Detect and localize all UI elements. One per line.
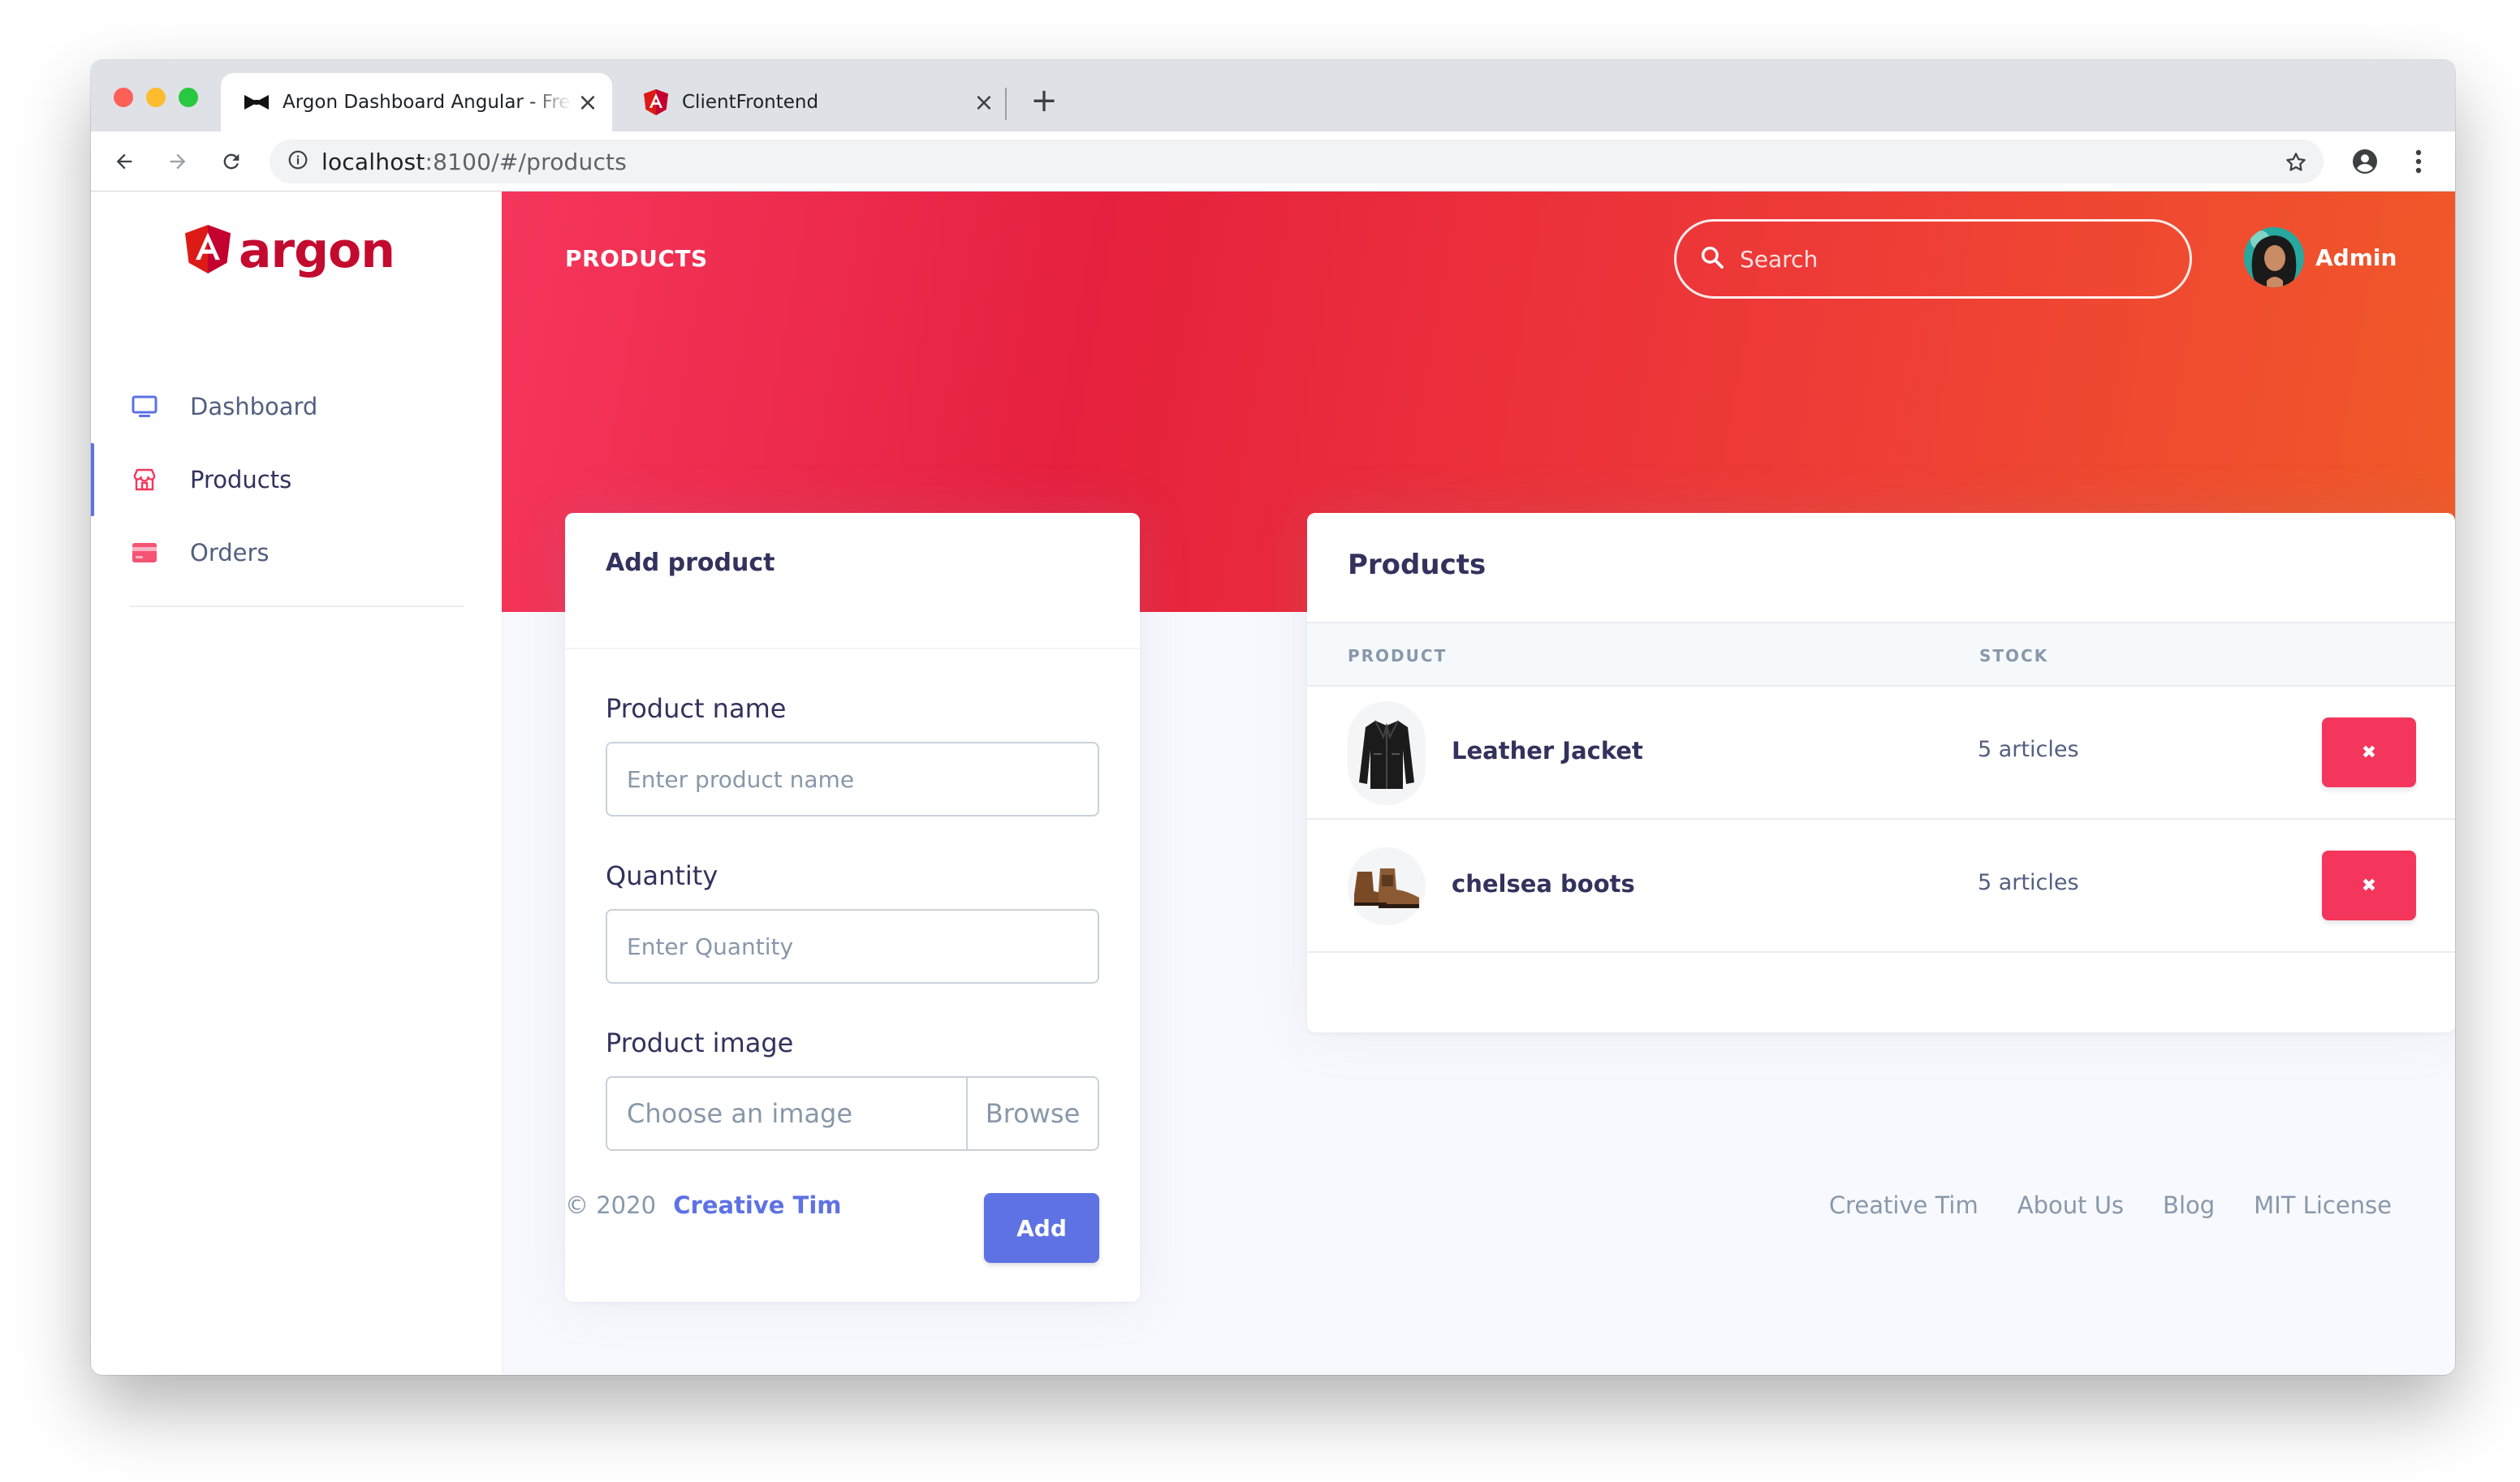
sidebar: argon Dashboard Products Orders bbox=[91, 192, 502, 1375]
sidebar-item-label: Dashboard bbox=[190, 393, 318, 420]
products-title: Products bbox=[1348, 549, 1487, 581]
footer-link-mit-license[interactable]: MIT License bbox=[2254, 1191, 2392, 1219]
sidebar-nav: Dashboard Products Orders bbox=[91, 370, 502, 589]
quantity-label: Quantity bbox=[606, 860, 718, 891]
product-image-group: Product image Choose an image Browse bbox=[606, 1027, 1099, 1151]
reload-icon[interactable] bbox=[213, 143, 250, 180]
close-tab-icon[interactable]: × bbox=[572, 86, 604, 118]
sidebar-divider bbox=[130, 605, 464, 607]
tab-strip: Argon Dashboard Angular - Free × ClientF… bbox=[91, 60, 2455, 131]
footer-link-blog[interactable]: Blog bbox=[2163, 1191, 2215, 1219]
browser-window: Argon Dashboard Angular - Free × ClientF… bbox=[91, 60, 2455, 1375]
address-bar[interactable]: localhost:8100/#/products bbox=[270, 140, 2324, 183]
column-header-stock: STOCK bbox=[1979, 646, 2049, 666]
product-image-file-input[interactable]: Choose an image Browse bbox=[606, 1076, 1099, 1151]
delete-product-button[interactable]: ✖ bbox=[2322, 851, 2416, 920]
product-image-label: Product image bbox=[606, 1027, 794, 1058]
new-tab-button[interactable]: + bbox=[1023, 80, 1065, 122]
column-header-product: PRODUCT bbox=[1348, 646, 1448, 666]
add-product-title: Add product bbox=[565, 513, 1140, 649]
close-tab-icon[interactable]: × bbox=[968, 86, 1000, 118]
bookmark-star-icon[interactable] bbox=[2280, 146, 2312, 179]
product-stock: 5 articles bbox=[1978, 870, 2079, 895]
chelsea-boots-image bbox=[1348, 847, 1426, 925]
product-name: Leather Jacket bbox=[1452, 737, 1643, 765]
close-window-button[interactable] bbox=[114, 88, 133, 107]
forward-arrow-icon[interactable] bbox=[159, 143, 196, 180]
brand-name: argon bbox=[239, 222, 395, 279]
footer-links: Creative Tim About Us Blog MIT License bbox=[1829, 1191, 2392, 1219]
add-product-card: Add product Product name Enter product n… bbox=[565, 513, 1140, 1302]
tab-title: ClientFrontend bbox=[682, 92, 819, 113]
shop-icon bbox=[130, 465, 159, 494]
leather-jacket-image bbox=[1348, 701, 1426, 805]
product-name: chelsea boots bbox=[1452, 870, 1635, 898]
search-icon bbox=[1699, 244, 1725, 274]
tab-separator bbox=[1005, 88, 1007, 120]
browser-toolbar: localhost:8100/#/products bbox=[91, 131, 2455, 192]
product-name-group: Product name Enter product name bbox=[606, 693, 1099, 816]
sidebar-item-dashboard[interactable]: Dashboard bbox=[91, 370, 502, 443]
footer: © 2020 Creative Tim Creative Tim About U… bbox=[565, 1191, 2392, 1240]
app: argon Dashboard Products Orders PRODUCTS… bbox=[91, 192, 2455, 1375]
delete-product-button[interactable]: ✖ bbox=[2322, 717, 2416, 787]
footer-link-about-us[interactable]: About Us bbox=[2017, 1191, 2124, 1219]
avatar bbox=[2244, 227, 2304, 287]
search-box[interactable] bbox=[1674, 219, 2192, 299]
search-input[interactable] bbox=[1740, 245, 2129, 273]
table-row: Leather Jacket 5 articles ✖ bbox=[1307, 687, 2455, 820]
table-header: PRODUCT STOCK bbox=[1307, 622, 2455, 687]
footer-link-creative-tim[interactable]: Creative Tim bbox=[1829, 1191, 1978, 1219]
main-content: PRODUCTS Search Admin Add product Produc… bbox=[502, 192, 2455, 1375]
sidebar-item-products[interactable]: Products bbox=[91, 443, 502, 516]
back-arrow-icon[interactable] bbox=[106, 143, 143, 180]
url-text: localhost:8100/#/products bbox=[321, 148, 628, 175]
sidebar-item-label: Products bbox=[190, 466, 292, 493]
sidebar-item-label: Orders bbox=[190, 539, 270, 567]
close-icon: ✖ bbox=[2361, 742, 2377, 763]
tab-title: Argon Dashboard Angular - Free bbox=[283, 92, 572, 113]
info-icon[interactable] bbox=[287, 149, 309, 174]
angular-icon bbox=[641, 88, 671, 117]
company-link[interactable]: Creative Tim bbox=[673, 1191, 841, 1219]
product-name-label: Product name bbox=[606, 693, 787, 724]
bowtie-icon bbox=[242, 88, 271, 117]
more-vert-icon[interactable] bbox=[2400, 143, 2437, 180]
copyright-text: © 2020 bbox=[565, 1191, 657, 1219]
quantity-group: Quantity Enter Quantity bbox=[606, 860, 1099, 984]
minimize-window-button[interactable] bbox=[146, 88, 166, 107]
page-title: PRODUCTS bbox=[565, 245, 708, 272]
product-name-input[interactable]: Enter product name bbox=[606, 742, 1099, 816]
tab-argon-dashboard[interactable]: Argon Dashboard Angular - Free × bbox=[221, 73, 612, 131]
user-name: Admin bbox=[2315, 243, 2397, 271]
credit-card-icon bbox=[130, 538, 159, 567]
tab-client-frontend[interactable]: ClientFrontend × bbox=[619, 73, 1008, 131]
browse-button[interactable]: Browse bbox=[966, 1078, 1098, 1149]
products-card: Products PRODUCT STOCK Leather Jacket 5 … bbox=[1307, 513, 2455, 1032]
account-icon[interactable] bbox=[2346, 143, 2384, 180]
angular-icon bbox=[185, 224, 231, 278]
close-icon: ✖ bbox=[2361, 875, 2377, 896]
product-stock: 5 articles bbox=[1978, 737, 2079, 762]
tv-icon bbox=[130, 392, 159, 421]
maximize-window-button[interactable] bbox=[179, 88, 198, 107]
copyright: © 2020 Creative Tim bbox=[565, 1191, 841, 1219]
quantity-input[interactable]: Enter Quantity bbox=[606, 909, 1099, 984]
sidebar-item-orders[interactable]: Orders bbox=[91, 516, 502, 589]
file-input-placeholder[interactable]: Choose an image bbox=[607, 1078, 966, 1149]
brand-logo[interactable]: argon bbox=[185, 224, 395, 278]
user-menu[interactable]: Admin bbox=[2244, 227, 2397, 287]
table-row: chelsea boots 5 articles ✖ bbox=[1307, 820, 2455, 953]
